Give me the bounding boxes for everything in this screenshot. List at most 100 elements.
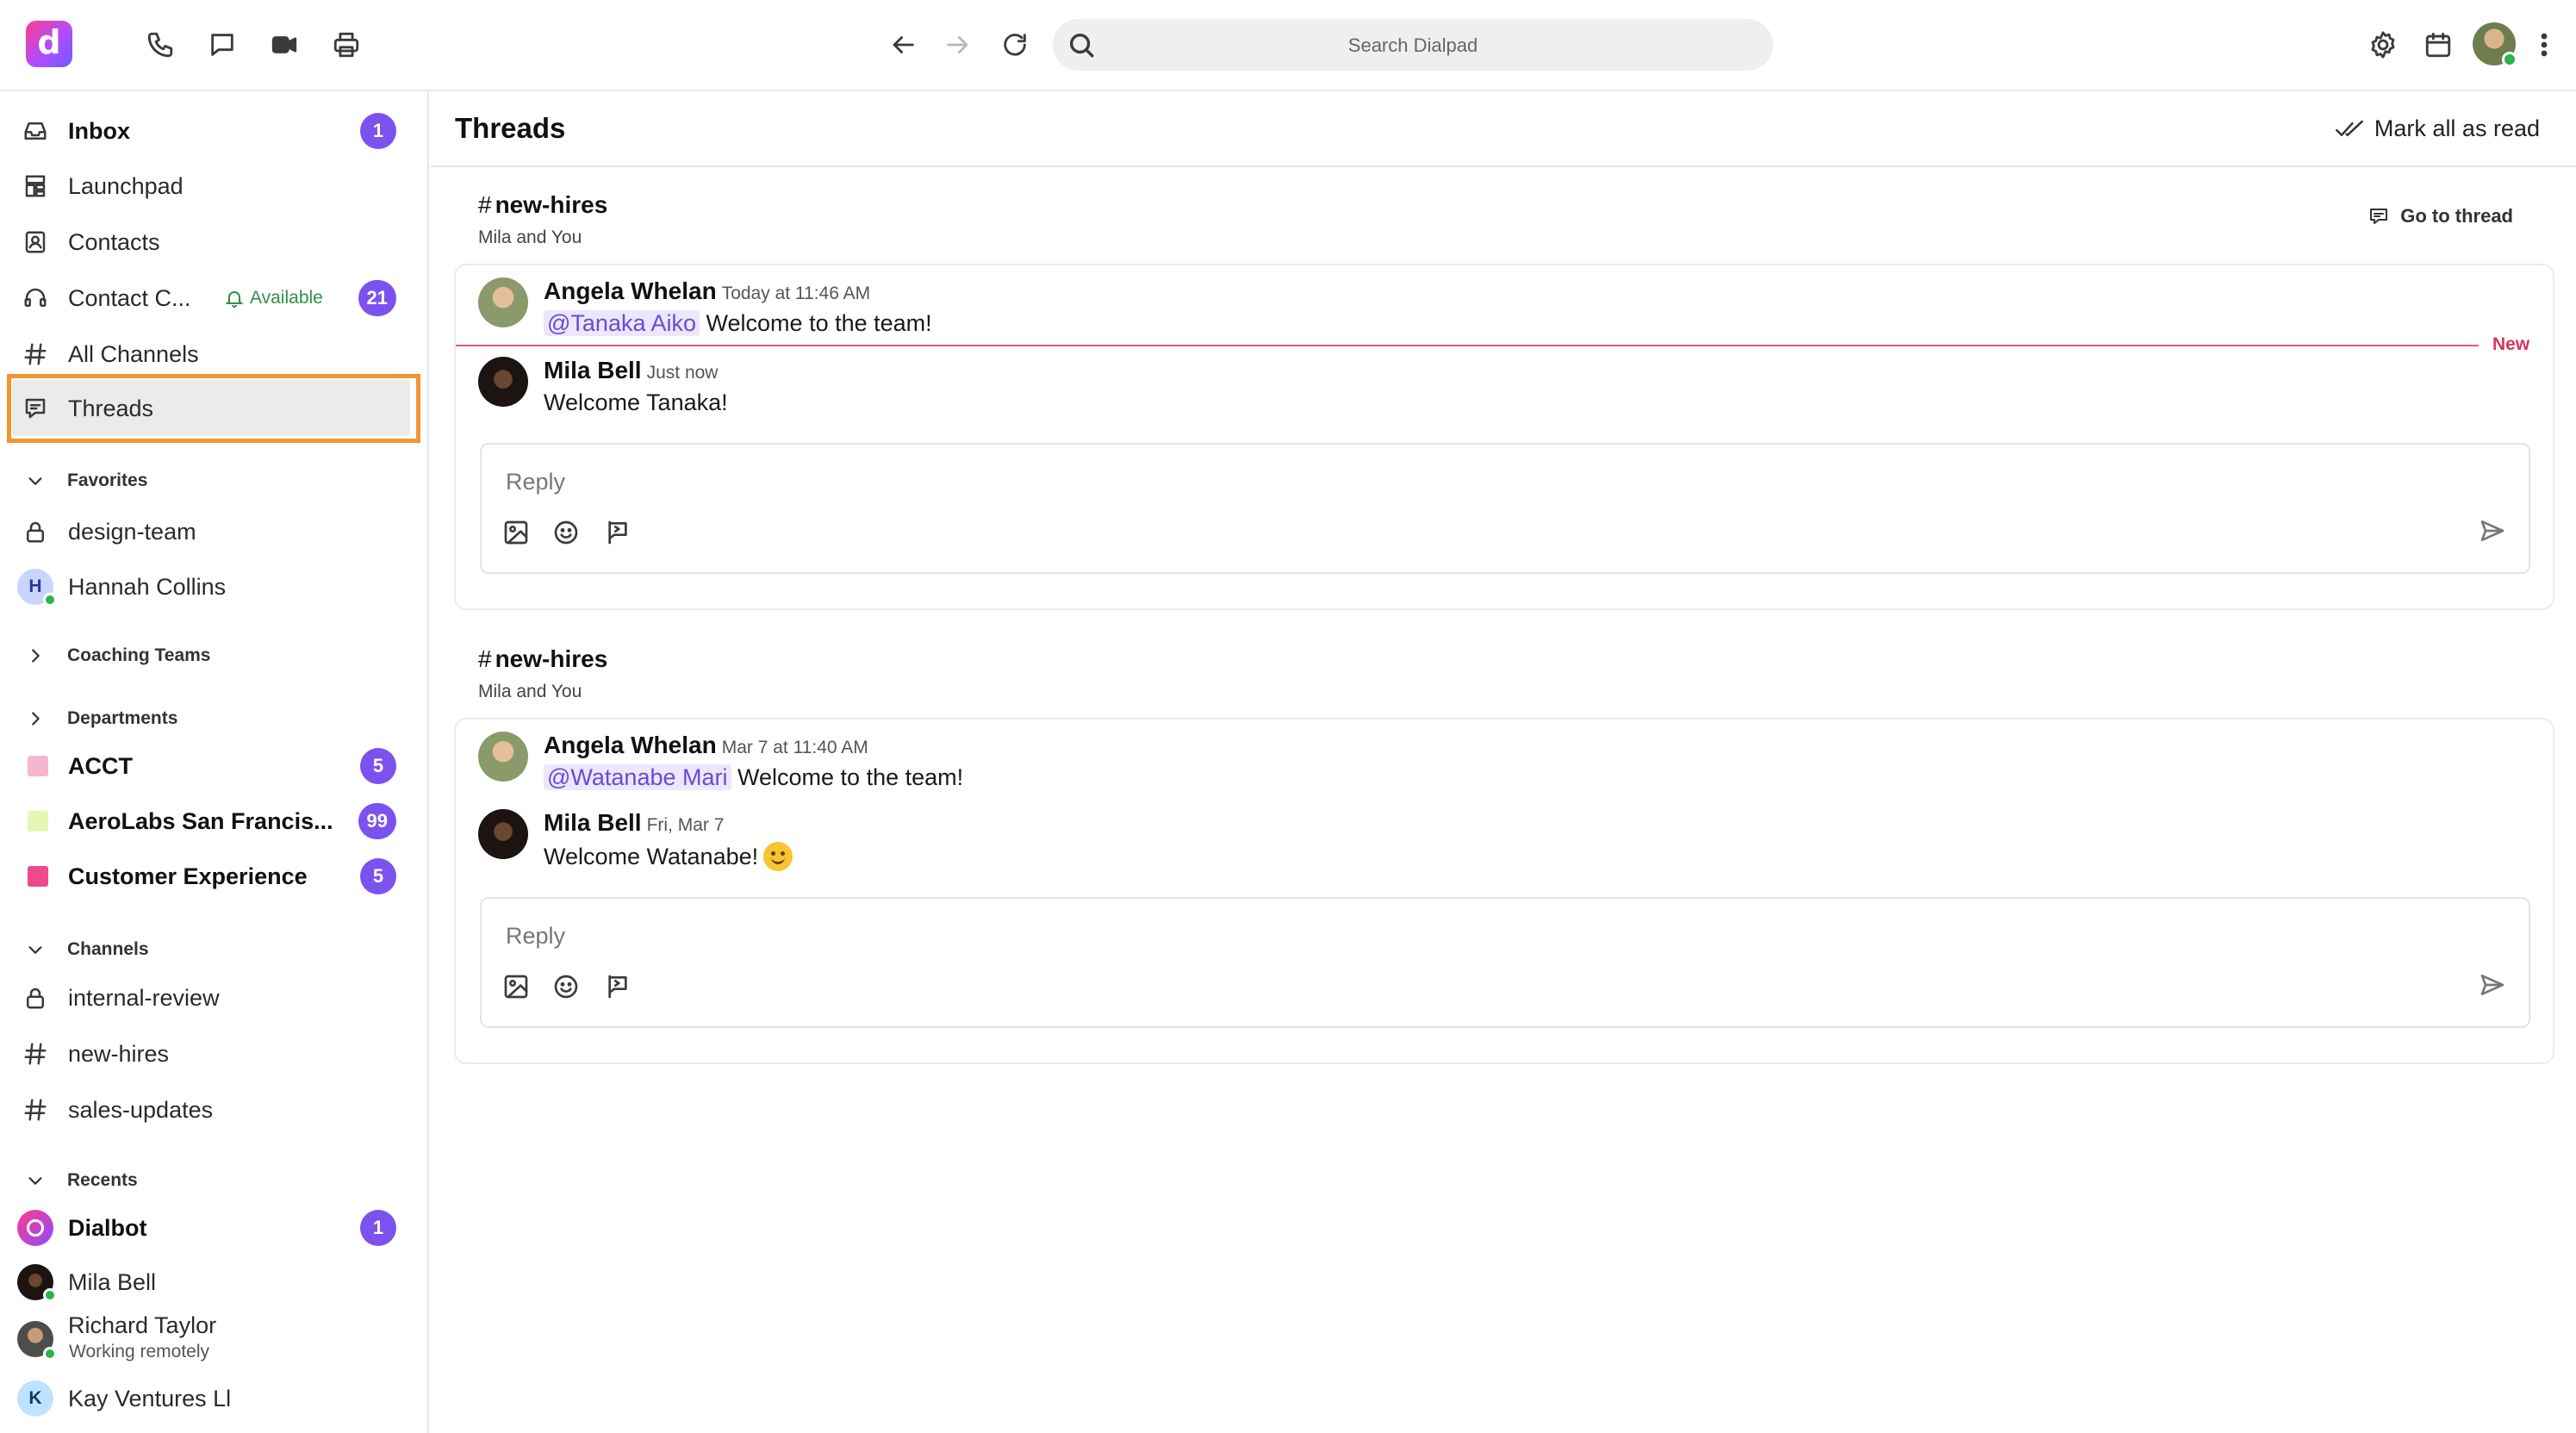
message-timestamp: Today at 11:46 AM xyxy=(721,283,871,303)
sidebar-item-label: Kay Ventures Ll xyxy=(68,1385,232,1411)
chevron-right-icon xyxy=(32,649,40,663)
sidebar-item-acct[interactable]: ACCT 5 xyxy=(9,741,419,791)
sidebar-item-all-channels[interactable]: All Channels xyxy=(9,329,419,379)
sidebar-item-internal-review[interactable]: internal-review xyxy=(9,973,419,1023)
department-color-swatch xyxy=(28,866,48,887)
sidebar-item-new-hires[interactable]: new-hires xyxy=(9,1029,419,1079)
sidebar-item-label: Dialbot xyxy=(68,1214,147,1241)
unread-badge: 1 xyxy=(360,1210,396,1246)
sidebar-item-label: design-team xyxy=(68,518,196,545)
message-timestamp: Just now xyxy=(646,363,719,383)
thread-channel-name[interactable]: # new-hires xyxy=(478,645,607,673)
reply-input[interactable]: Reply xyxy=(506,923,565,950)
sidebar-item-label: AeroLabs San Francis... xyxy=(68,807,333,834)
sidebar-item-mila-bell[interactable]: Mila Bell xyxy=(9,1257,419,1307)
search-bar[interactable]: Search Dialpad xyxy=(1053,19,1773,71)
message-timestamp: Fri, Mar 7 xyxy=(646,815,725,835)
sidebar-item-label: Contact C... xyxy=(68,284,191,311)
sidebar-item-label: Customer Experience xyxy=(68,863,308,889)
print-icon[interactable] xyxy=(324,22,369,67)
reply-composer[interactable]: Reply xyxy=(480,897,2530,1028)
sidebar-item-contacts[interactable]: Contacts xyxy=(9,217,419,267)
chevron-down-icon xyxy=(28,1177,42,1185)
shortcut-icon[interactable] xyxy=(602,971,633,1002)
chevron-down-icon xyxy=(28,477,42,485)
section-coaching-teams[interactable]: Coaching Teams xyxy=(26,645,210,666)
sidebar-item-aerolabs[interactable]: AeroLabs San Francis... 99 xyxy=(9,796,419,846)
avatar[interactable] xyxy=(478,277,528,327)
phone-icon[interactable] xyxy=(138,22,183,67)
more-vertical-icon[interactable] xyxy=(2523,22,2566,67)
sidebar-item-label: All Channels xyxy=(68,340,199,367)
user-mention[interactable]: @Watanabe Mari xyxy=(544,764,731,790)
message-text: Welcome Watanabe! xyxy=(544,842,793,871)
send-icon[interactable] xyxy=(2479,971,2510,1002)
sidebar-item-threads[interactable]: Threads xyxy=(9,383,419,433)
thread-channel-name[interactable]: # new-hires xyxy=(478,191,607,219)
message-text: Welcome Tanaka! xyxy=(544,389,728,415)
image-icon[interactable] xyxy=(501,517,532,548)
hash-icon xyxy=(21,1039,50,1069)
avatar[interactable] xyxy=(478,809,528,859)
top-toolbar: d Search Dialpad xyxy=(0,0,2576,91)
unread-badge: 21 xyxy=(358,280,396,316)
section-title: Channels xyxy=(67,939,149,959)
lock-icon xyxy=(21,517,50,546)
sidebar-item-dialbot[interactable]: Dialbot 1 xyxy=(9,1203,419,1253)
sidebar-item-design-team[interactable]: design-team xyxy=(9,507,419,557)
emoji-icon[interactable] xyxy=(551,971,582,1002)
reply-input[interactable]: Reply xyxy=(506,469,565,495)
mark-all-read-label: Mark all as read xyxy=(2374,115,2540,141)
section-favorites[interactable]: Favorites xyxy=(26,470,147,491)
back-arrow-icon[interactable] xyxy=(880,22,925,67)
reply-composer[interactable]: Reply xyxy=(480,443,2530,574)
contacts-icon xyxy=(21,227,50,257)
chevron-down-icon xyxy=(28,946,42,954)
sidebar-item-hannah-collins[interactable]: H Hannah Collins xyxy=(9,562,419,612)
unread-badge: 99 xyxy=(358,803,396,839)
user-mention[interactable]: @Tanaka Aiko xyxy=(544,310,700,336)
sidebar-item-sales-updates[interactable]: sales-updates xyxy=(9,1085,419,1135)
section-recents[interactable]: Recents xyxy=(26,1170,138,1191)
section-title: Departments xyxy=(67,708,178,728)
sidebar-item-richard-taylor[interactable]: Richard Taylor Working remotely xyxy=(9,1309,419,1369)
avatar[interactable] xyxy=(478,732,528,782)
search-input[interactable]: Search Dialpad xyxy=(1053,34,1773,57)
message: Mila Bell Just now Welcome Tanaka! xyxy=(478,346,2529,415)
sidebar-item-label: Contacts xyxy=(68,228,160,255)
section-departments[interactable]: Departments xyxy=(26,708,177,729)
shortcut-icon[interactable] xyxy=(602,517,633,548)
message-icon[interactable] xyxy=(200,22,245,67)
section-title: Recents xyxy=(67,1170,138,1190)
sidebar-item-kay-ventures[interactable]: K Kay Ventures Ll xyxy=(9,1374,419,1424)
dialpad-logo[interactable]: d xyxy=(26,21,72,67)
go-to-thread-button[interactable]: Go to thread xyxy=(2368,205,2513,227)
emoji-icon[interactable] xyxy=(551,517,582,548)
message-timestamp: Mar 7 at 11:40 AM xyxy=(721,738,868,757)
unread-badge: 5 xyxy=(360,858,396,894)
send-icon[interactable] xyxy=(2479,517,2510,548)
sidebar-item-contact-center[interactable]: Contact C... Available 21 xyxy=(9,273,419,323)
forward-arrow-icon[interactable] xyxy=(936,22,980,67)
calendar-icon[interactable] xyxy=(2416,22,2461,67)
settings-icon[interactable] xyxy=(2361,22,2405,67)
department-color-swatch xyxy=(28,756,48,776)
avatar[interactable] xyxy=(478,357,528,407)
sidebar-item-launchpad[interactable]: Launchpad xyxy=(9,161,419,211)
video-icon[interactable] xyxy=(262,22,307,67)
presence-online-dot xyxy=(43,1347,57,1361)
sidebar-item-inbox[interactable]: Inbox 1 xyxy=(9,106,419,156)
mark-all-read-button[interactable]: Mark all as read xyxy=(2335,115,2540,142)
refresh-icon[interactable] xyxy=(992,22,1037,67)
lock-icon xyxy=(21,983,50,1012)
thread-participants: Mila and You xyxy=(478,227,582,247)
presence-online-dot xyxy=(43,593,57,607)
section-channels[interactable]: Channels xyxy=(26,939,149,960)
message-text: @Watanabe Mari Welcome to the team! xyxy=(544,764,963,791)
thread-header: # new-hires Mila and You xyxy=(454,645,2554,714)
sidebar-item-label: Launchpad xyxy=(68,172,184,199)
availability-status[interactable]: Available xyxy=(224,288,323,308)
image-icon[interactable] xyxy=(501,971,532,1002)
sidebar-item-customer-experience[interactable]: Customer Experience 5 xyxy=(9,851,419,901)
thread-messages-card: Angela Whelan Today at 11:46 AM @Tanaka A… xyxy=(454,264,2554,610)
